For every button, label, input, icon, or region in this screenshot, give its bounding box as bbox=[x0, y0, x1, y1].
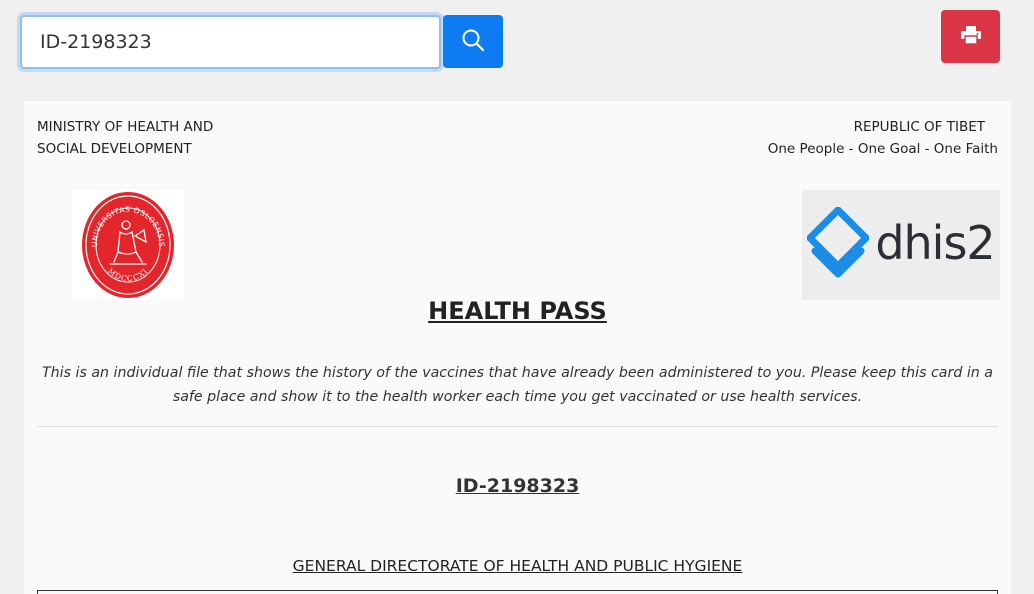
page-title: HEALTH PASS bbox=[428, 297, 607, 325]
health-pass-card: MINISTRY OF HEALTH AND SOCIAL DEVELOPMEN… bbox=[24, 101, 1011, 594]
ministry-line1: MINISTRY OF HEALTH AND bbox=[37, 119, 214, 135]
records-table bbox=[37, 590, 998, 594]
dhis2-logo-text: dhis2 bbox=[875, 216, 995, 270]
dhis2-logo-icon: dhis2 bbox=[802, 190, 1000, 300]
record-id: ID-2198323 bbox=[455, 475, 580, 497]
search-icon bbox=[461, 28, 485, 55]
print-button[interactable] bbox=[941, 10, 1000, 63]
directorate-heading: GENERAL DIRECTORATE OF HEALTH AND PUBLIC… bbox=[292, 557, 743, 575]
republic-name: REPUBLIC OF TIBET bbox=[853, 119, 985, 135]
ministry-line2: SOCIAL DEVELOPMENT bbox=[37, 141, 192, 157]
republic-header: REPUBLIC OF TIBET One People - One Goal … bbox=[678, 116, 998, 160]
pass-description: This is an individual file that shows th… bbox=[42, 365, 993, 405]
printer-icon bbox=[960, 26, 981, 47]
republic-motto: One People - One Goal - One Faith bbox=[767, 141, 998, 157]
ministry-header: MINISTRY OF HEALTH AND SOCIAL DEVELOPMEN… bbox=[37, 116, 337, 160]
search-button[interactable] bbox=[443, 15, 503, 68]
university-seal-icon: UNIVERSITAS OSLOENSIS MDCCCXI bbox=[72, 190, 184, 300]
search-input[interactable] bbox=[20, 15, 441, 69]
divider bbox=[37, 426, 998, 427]
